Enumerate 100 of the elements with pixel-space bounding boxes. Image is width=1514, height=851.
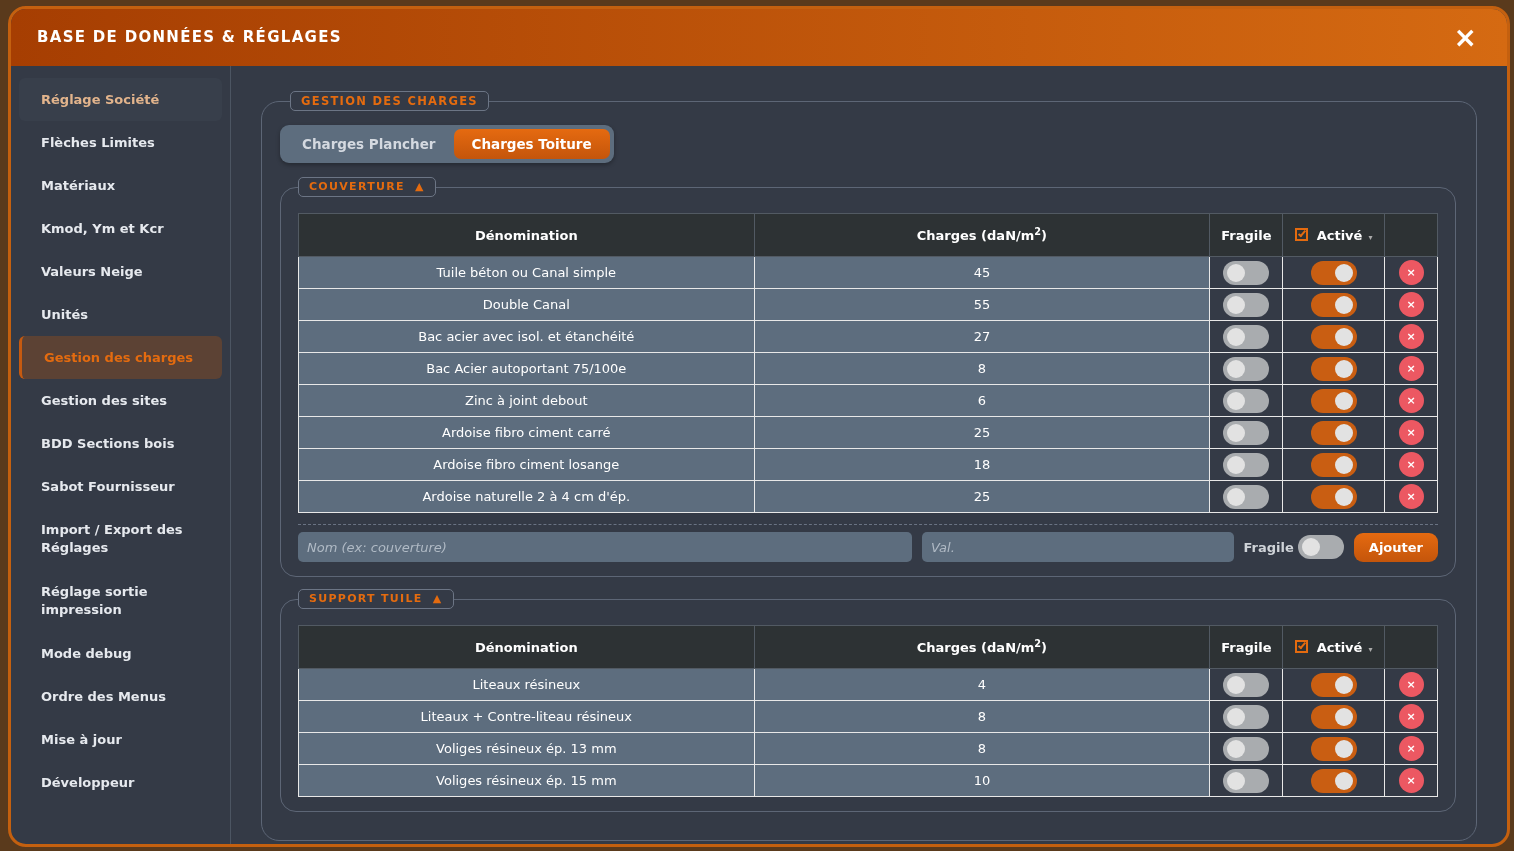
column-header: Activé: [1316, 639, 1363, 655]
delete-button[interactable]: ×: [1398, 672, 1424, 698]
table-cell: Liteaux + Contre-liteau résineux: [298, 700, 755, 733]
table-cell: Voliges résineux ép. 13 mm: [298, 732, 755, 765]
toggle-switch[interactable]: [1310, 260, 1357, 285]
table-cell: Bac Acier autoportant 75/100e: [298, 352, 755, 385]
toggle-switch[interactable]: [1223, 452, 1270, 477]
delete-button[interactable]: ×: [1398, 736, 1424, 762]
sidebar-item[interactable]: Flèches Limites: [19, 121, 222, 164]
toggle-switch[interactable]: [1310, 452, 1357, 477]
column-header: Dénomination: [474, 227, 578, 243]
toggle-switch[interactable]: [1223, 388, 1270, 413]
toggle-switch[interactable]: [1310, 704, 1357, 729]
sidebar-item[interactable]: Réglage sortie impression: [19, 570, 222, 632]
fragile-label: Fragile: [1243, 538, 1294, 557]
toggle-switch[interactable]: [1223, 356, 1270, 381]
toggle-switch[interactable]: [1310, 420, 1357, 445]
sidebar-item[interactable]: Matériaux: [19, 164, 222, 207]
sidebar-item[interactable]: Réglage Société: [19, 78, 222, 121]
close-button[interactable]: ×: [1449, 23, 1481, 52]
sidebar-item[interactable]: Import / Export des Réglages: [19, 508, 222, 570]
table-cell: 45: [754, 256, 1210, 289]
table-cell: Liteaux résineux: [298, 668, 755, 701]
toggle-switch[interactable]: [1310, 292, 1357, 317]
caret-icon[interactable]: ▾: [1368, 232, 1373, 242]
toggle-switch[interactable]: [1310, 388, 1357, 413]
delete-button[interactable]: ×: [1398, 324, 1424, 350]
caret-icon[interactable]: ▾: [1368, 644, 1373, 654]
sidebar-item[interactable]: Gestion des charges: [19, 336, 222, 379]
toggle-switch[interactable]: [1223, 420, 1270, 445]
table-cell: Bac acier avec isol. et étanchéité: [298, 320, 755, 353]
table-cell: Tuile béton ou Canal simple: [298, 256, 755, 289]
sidebar-item[interactable]: Ordre des Menus: [19, 675, 222, 718]
delete-button[interactable]: ×: [1398, 704, 1424, 730]
toggle-switch[interactable]: [1223, 484, 1270, 509]
toggle-switch[interactable]: [1310, 736, 1357, 761]
panel-title: GESTION DES CHARGES: [290, 91, 489, 111]
window-title: BASE DE DONNÉES & RÉGLAGES: [37, 26, 342, 49]
sidebar-item[interactable]: Sabot Fournisseur: [19, 465, 222, 508]
delete-button[interactable]: ×: [1398, 484, 1424, 510]
toggle-switch[interactable]: [1310, 768, 1357, 793]
checkbox[interactable]: [1295, 227, 1309, 241]
table-cell: Ardoise fibro ciment losange: [298, 448, 755, 481]
table-cell: 25: [754, 480, 1210, 513]
sidebar-item[interactable]: Mode debug: [19, 632, 222, 675]
table-cell: 4: [754, 668, 1210, 701]
sidebar-item[interactable]: Unités: [19, 293, 222, 336]
toggle-switch[interactable]: [1297, 535, 1344, 560]
toggle-switch[interactable]: [1223, 324, 1270, 349]
tab[interactable]: Charges Toiture: [453, 129, 610, 160]
table-cell: 25: [754, 416, 1210, 449]
add-button[interactable]: Ajouter: [1353, 532, 1438, 562]
sidebar-item[interactable]: Développeur: [19, 761, 222, 804]
column-header: Fragile: [1221, 639, 1272, 655]
sidebar-item[interactable]: Mise à jour: [19, 718, 222, 761]
table-cell: 55: [754, 288, 1210, 321]
name-field[interactable]: Nom (ex: couverture): [298, 532, 912, 563]
toggle-switch[interactable]: [1310, 324, 1357, 349]
toggle-switch[interactable]: [1223, 260, 1270, 285]
sidebar-item[interactable]: Kmod, Ym et Kcr: [19, 207, 222, 250]
table-cell: Voliges résineux ép. 15 mm: [298, 764, 755, 797]
toggle-switch[interactable]: [1223, 704, 1270, 729]
delete-button[interactable]: ×: [1398, 292, 1424, 318]
sidebar-item[interactable]: Gestion des sites: [19, 379, 222, 422]
table-cell: 8: [754, 700, 1210, 733]
sidebar-item[interactable]: BDD Sections bois: [19, 422, 222, 465]
column-header: Dénomination: [474, 639, 578, 655]
toggle-switch[interactable]: [1223, 736, 1270, 761]
value-field[interactable]: Val.: [922, 532, 1234, 563]
table-cell: 27: [754, 320, 1210, 353]
delete-button[interactable]: ×: [1398, 356, 1424, 382]
toggle-switch[interactable]: [1310, 356, 1357, 381]
delete-button[interactable]: ×: [1398, 260, 1424, 286]
table-cell: 10: [754, 764, 1210, 797]
table-cell: 8: [754, 352, 1210, 385]
column-header: Charges (daN/m$^{2}$): [916, 227, 1048, 243]
table-cell: Zinc à joint debout: [298, 384, 755, 417]
column-header: Activé: [1316, 227, 1363, 243]
section-title[interactable]: COUVERTURE ▲: [298, 177, 436, 198]
sidebar-item[interactable]: Valeurs Neige: [19, 250, 222, 293]
table-cell: Ardoise naturelle 2 à 4 cm d'ép.: [298, 480, 755, 513]
checkbox[interactable]: [1295, 639, 1309, 653]
section-title[interactable]: SUPPORT TUILE ▲: [298, 589, 454, 610]
delete-button[interactable]: ×: [1398, 420, 1424, 446]
table-cell: Double Canal: [298, 288, 755, 321]
delete-button[interactable]: ×: [1398, 768, 1424, 794]
column-header: Charges (daN/m$^{2}$): [916, 639, 1048, 655]
table-cell: 8: [754, 732, 1210, 765]
tab[interactable]: Charges Plancher: [284, 129, 454, 160]
table-cell: 18: [754, 448, 1210, 481]
column-header: Fragile: [1221, 227, 1272, 243]
delete-button[interactable]: ×: [1398, 452, 1424, 478]
toggle-switch[interactable]: [1310, 484, 1357, 509]
table-cell: 6: [754, 384, 1210, 417]
toggle-switch[interactable]: [1223, 292, 1270, 317]
delete-button[interactable]: ×: [1398, 388, 1424, 414]
toggle-switch[interactable]: [1310, 672, 1357, 697]
toggle-switch[interactable]: [1223, 672, 1270, 697]
toggle-switch[interactable]: [1223, 768, 1270, 793]
table-cell: Ardoise fibro ciment carré: [298, 416, 755, 449]
